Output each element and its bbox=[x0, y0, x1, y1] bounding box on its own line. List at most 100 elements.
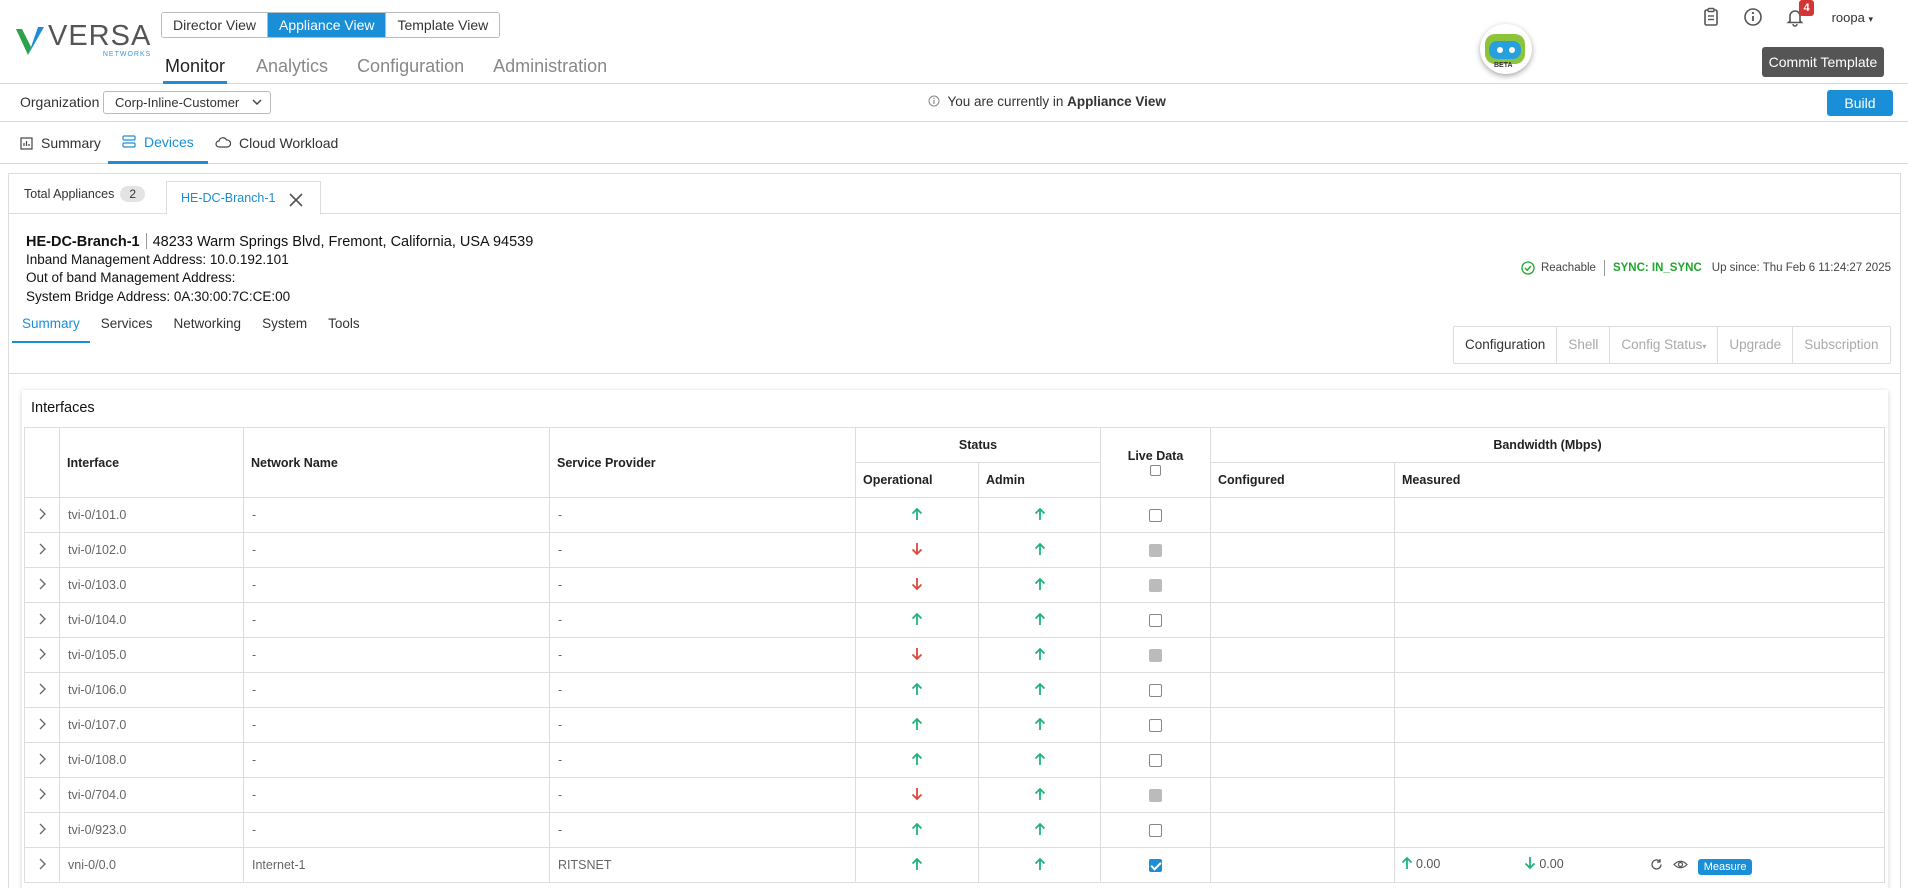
cell-interface: tvi-0/106.0 bbox=[59, 672, 244, 708]
expand-row-button[interactable] bbox=[24, 812, 60, 848]
table-row[interactable]: vni-0/0.0 Internet-1 RITSNET 0.00 0.00 Measur… bbox=[24, 847, 1885, 883]
live-data-checkbox[interactable] bbox=[1149, 544, 1162, 558]
config-status-button[interactable]: Config Status▾ bbox=[1610, 327, 1719, 363]
cell-operational bbox=[855, 567, 979, 603]
live-data-checkbox[interactable] bbox=[1149, 509, 1162, 523]
header-interface[interactable]: Interface bbox=[59, 427, 244, 498]
live-data-checkbox[interactable] bbox=[1149, 824, 1162, 838]
live-data-all-checkbox[interactable] bbox=[1150, 464, 1161, 476]
table-row[interactable]: tvi-0/106.0- - bbox=[24, 672, 1885, 708]
live-data-checkbox[interactable] bbox=[1149, 579, 1162, 593]
tab-networking[interactable]: Networking bbox=[164, 307, 252, 343]
expand-row-button[interactable] bbox=[24, 497, 60, 533]
arrow-up-icon bbox=[1034, 542, 1046, 559]
director-view-button[interactable]: Director View bbox=[162, 13, 268, 37]
device-address: 48233 Warm Springs Blvd, Fremont, Califo… bbox=[152, 234, 534, 250]
header-measured[interactable]: Measured bbox=[1394, 462, 1885, 498]
refresh-icon[interactable] bbox=[1650, 858, 1663, 874]
expand-row-button[interactable] bbox=[24, 602, 60, 638]
expand-row-button[interactable] bbox=[24, 777, 60, 813]
header-admin[interactable]: Admin bbox=[978, 462, 1101, 498]
live-data-checkbox[interactable] bbox=[1149, 754, 1162, 768]
tab-services[interactable]: Services bbox=[91, 307, 163, 343]
cell-live-data bbox=[1100, 497, 1211, 533]
table-row[interactable]: tvi-0/105.0- - bbox=[24, 637, 1885, 673]
appliance-view-button[interactable]: Appliance View bbox=[268, 13, 387, 37]
header-operational[interactable]: Operational bbox=[855, 462, 979, 498]
commit-template-button[interactable]: Commit Template bbox=[1762, 47, 1884, 77]
header-network-name[interactable]: Network Name bbox=[243, 427, 550, 498]
cell-service-provider: - bbox=[549, 602, 856, 638]
nav-analytics[interactable]: Analytics bbox=[256, 56, 328, 84]
table-row[interactable]: tvi-0/107.0- - bbox=[24, 707, 1885, 743]
close-icon[interactable] bbox=[288, 192, 304, 211]
table-row[interactable]: tvi-0/108.0- - bbox=[24, 742, 1885, 778]
uptime: Up since: Thu Feb 6 11:24:27 2025 bbox=[1711, 262, 1891, 274]
upgrade-button[interactable]: Upgrade bbox=[1718, 327, 1794, 363]
measure-button[interactable]: Measure bbox=[1697, 858, 1753, 875]
table-row[interactable]: tvi-0/104.0- - bbox=[24, 602, 1885, 638]
cell-configured bbox=[1210, 777, 1395, 813]
subtab-cloud-workload[interactable]: Cloud Workload bbox=[215, 122, 338, 164]
tab-tools[interactable]: Tools bbox=[318, 307, 370, 343]
info-icon[interactable] bbox=[1742, 6, 1764, 28]
versa-logo-mark bbox=[16, 25, 44, 55]
organization-select[interactable]: Corp-Inline-Customer bbox=[103, 91, 271, 114]
live-data-checkbox[interactable] bbox=[1149, 789, 1162, 803]
cell-measured bbox=[1394, 497, 1885, 533]
subtab-devices[interactable]: Devices bbox=[108, 122, 208, 164]
live-data-checkbox[interactable] bbox=[1149, 684, 1162, 698]
subscription-button[interactable]: Subscription bbox=[1793, 327, 1889, 363]
table-row[interactable]: tvi-0/101.0- - bbox=[24, 497, 1885, 533]
clipboard-icon[interactable] bbox=[1700, 6, 1722, 28]
cell-live-data bbox=[1100, 672, 1211, 708]
tab-summary[interactable]: Summary bbox=[12, 307, 90, 343]
cell-service-provider: - bbox=[549, 742, 856, 778]
chevron-right-icon bbox=[38, 788, 46, 803]
live-data-checkbox[interactable] bbox=[1149, 859, 1162, 873]
table-row[interactable]: tvi-0/923.0- - bbox=[24, 812, 1885, 848]
versa-logo[interactable]: VERSA NETWORKS bbox=[16, 22, 151, 58]
notifications-bell-icon[interactable]: 4 bbox=[1784, 0, 1814, 28]
cell-interface: tvi-0/101.0 bbox=[59, 497, 244, 533]
shell-button[interactable]: Shell bbox=[1557, 327, 1611, 363]
live-data-checkbox[interactable] bbox=[1149, 719, 1162, 733]
expand-row-button[interactable] bbox=[24, 847, 60, 883]
live-data-checkbox[interactable] bbox=[1149, 614, 1162, 628]
live-data-checkbox[interactable] bbox=[1149, 649, 1162, 663]
tab-system[interactable]: System bbox=[252, 307, 317, 343]
nav-monitor[interactable]: Monitor bbox=[163, 56, 228, 84]
chevron-right-icon bbox=[38, 753, 46, 768]
eye-icon[interactable] bbox=[1672, 859, 1688, 873]
arrow-up-icon bbox=[1034, 682, 1046, 699]
expand-row-button[interactable] bbox=[24, 672, 60, 708]
appliance-count-badge: 2 bbox=[120, 186, 146, 202]
device-tabs: Total Appliances 2 HE-DC-Branch-1 bbox=[9, 174, 1900, 215]
header-service-provider[interactable]: Service Provider bbox=[549, 427, 856, 498]
template-view-button[interactable]: Template View bbox=[386, 13, 500, 37]
expand-row-button[interactable] bbox=[24, 742, 60, 778]
expand-row-button[interactable] bbox=[24, 532, 60, 568]
cell-measured bbox=[1394, 637, 1885, 673]
table-row[interactable]: tvi-0/103.0- - bbox=[24, 567, 1885, 603]
subtab-summary[interactable]: Summary bbox=[20, 122, 101, 164]
cell-operational bbox=[855, 637, 979, 673]
expand-row-button[interactable] bbox=[24, 637, 60, 673]
table-row[interactable]: tvi-0/102.0- - bbox=[24, 532, 1885, 568]
cell-network-name: - bbox=[243, 497, 550, 533]
configuration-button[interactable]: Configuration bbox=[1454, 327, 1558, 363]
nav-configuration[interactable]: Configuration bbox=[357, 56, 464, 84]
expand-row-button[interactable] bbox=[24, 707, 60, 743]
cell-interface: tvi-0/105.0 bbox=[59, 637, 244, 673]
top-icons: 4 roopa ▾ bbox=[1680, 0, 1873, 28]
tab-total-appliances[interactable]: Total Appliances 2 bbox=[24, 186, 146, 202]
table-row[interactable]: tvi-0/704.0- - bbox=[24, 777, 1885, 813]
user-menu[interactable]: roopa ▾ bbox=[1832, 10, 1873, 25]
cell-interface: tvi-0/103.0 bbox=[59, 567, 244, 603]
tab-device[interactable]: HE-DC-Branch-1 bbox=[166, 181, 321, 215]
assistant-bot-button[interactable]: BETA bbox=[1480, 24, 1532, 74]
header-configured[interactable]: Configured bbox=[1210, 462, 1395, 498]
expand-row-button[interactable] bbox=[24, 567, 60, 603]
nav-administration[interactable]: Administration bbox=[493, 56, 607, 84]
build-button[interactable]: Build bbox=[1827, 90, 1893, 116]
